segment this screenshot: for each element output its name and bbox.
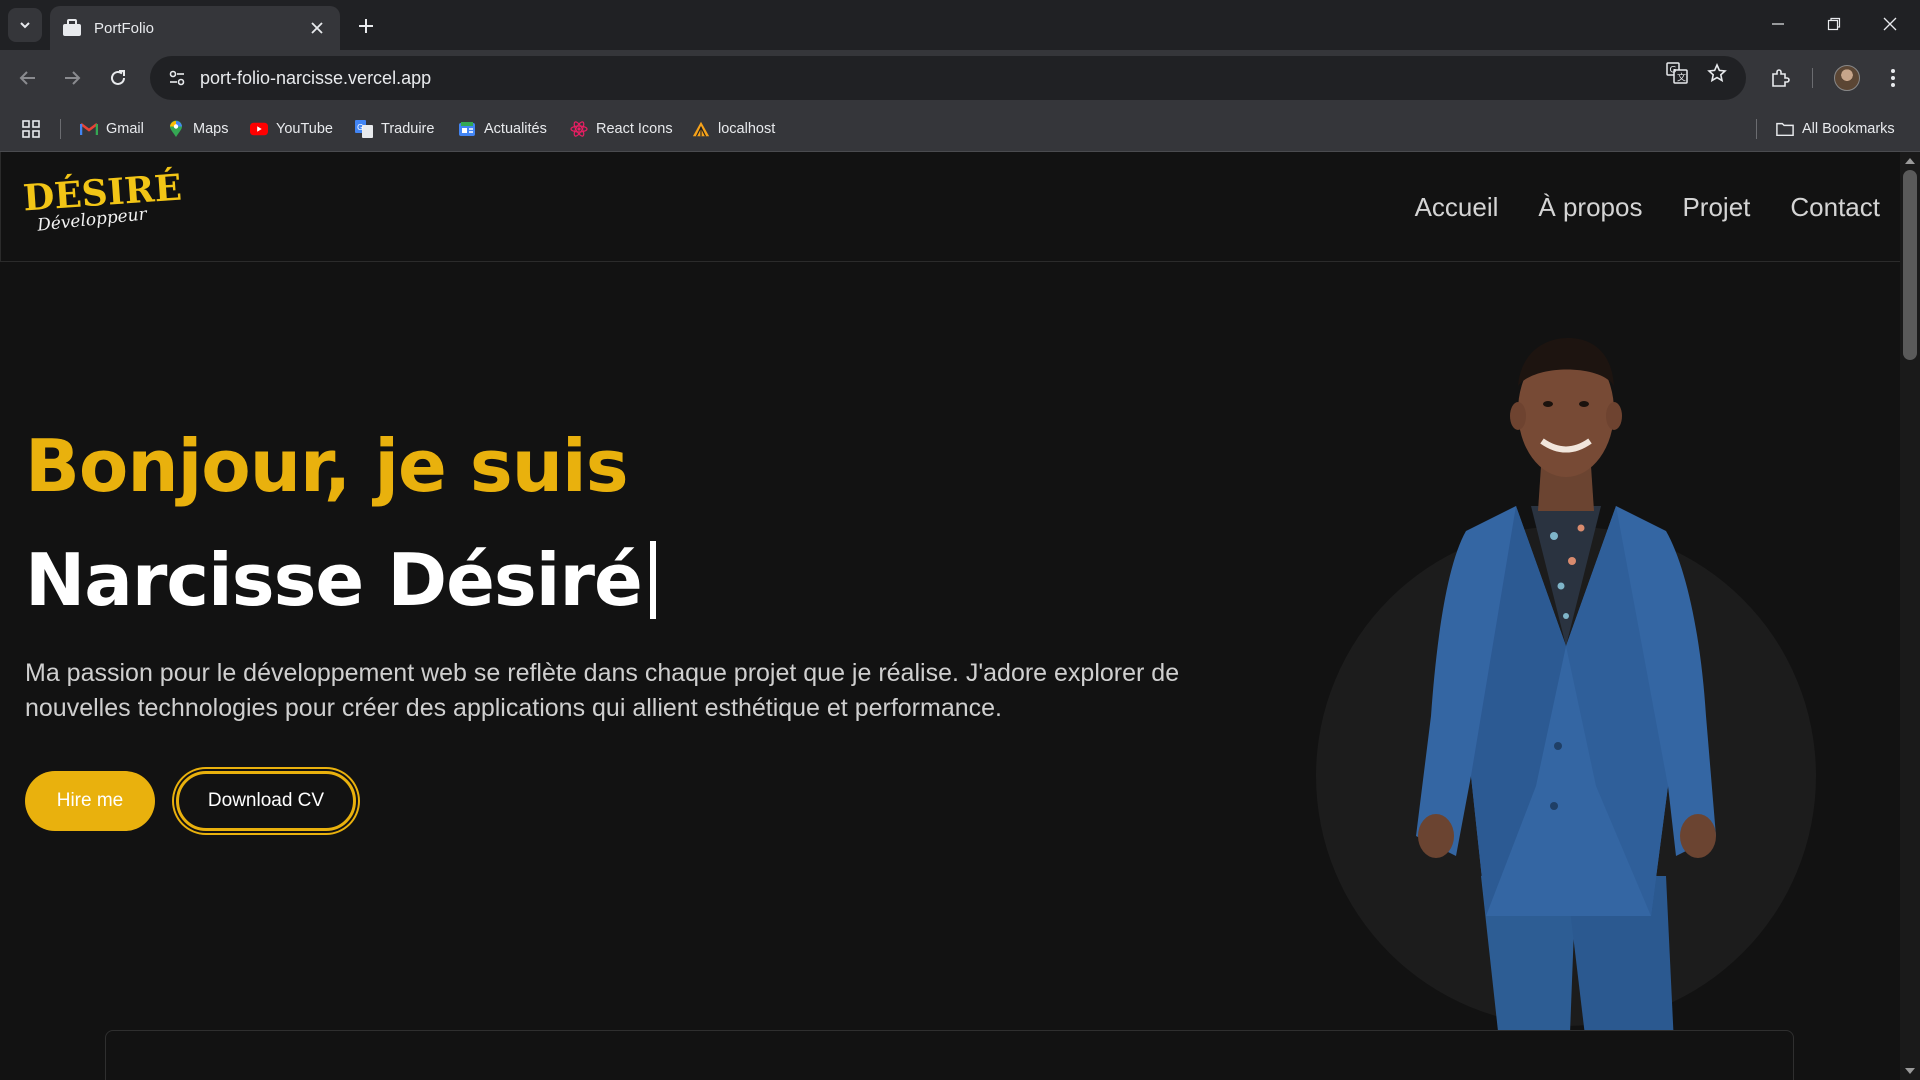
bookmarks-bar: Gmail Maps YouTube G Traduire Actualités… (0, 106, 1920, 152)
gmail-icon (80, 120, 98, 138)
news-icon (458, 120, 476, 138)
restore-button[interactable] (1814, 8, 1854, 40)
page-scrollbar[interactable] (1900, 152, 1920, 1080)
tab-search-button[interactable] (8, 8, 42, 42)
bookmark-label: Actualités (484, 121, 547, 137)
web-page: DÉSIRÉ Développeur Accueil À propos Proj… (0, 152, 1900, 1080)
address-bar[interactable]: port-folio-narcisse.vercel.app (150, 56, 1746, 100)
close-icon (311, 22, 323, 34)
apps-button[interactable] (22, 117, 40, 141)
close-window-button[interactable] (1870, 8, 1910, 40)
briefcase-icon (63, 19, 81, 36)
bookmarks-divider (60, 119, 61, 139)
main-nav: Accueil À propos Projet Contact (1415, 192, 1880, 223)
browser-toolbar: port-folio-narcisse.vercel.app G文 (0, 50, 1920, 106)
hero-name: Narcisse Désiré (25, 538, 643, 622)
bookmark-label: Traduire (381, 121, 435, 137)
hero-name-wrap: Narcisse Désiré (25, 538, 656, 622)
toolbar-divider (1812, 68, 1813, 88)
minimize-icon (1772, 23, 1784, 25)
bookmark-actualites[interactable]: Actualités (458, 117, 547, 141)
typing-cursor (649, 541, 656, 619)
all-bookmarks-button[interactable]: All Bookmarks (1776, 117, 1895, 141)
bookmark-react-icons[interactable]: React Icons (570, 117, 673, 141)
react-icon (570, 120, 588, 138)
site-header: DÉSIRÉ Développeur Accueil À propos Proj… (0, 152, 1900, 262)
bookmark-label: YouTube (276, 121, 333, 137)
profile-button[interactable] (1831, 62, 1863, 94)
apps-grid-icon (22, 120, 40, 138)
active-tab[interactable]: PortFolio (50, 6, 340, 50)
puzzle-icon (1772, 69, 1790, 87)
hire-me-button[interactable]: Hire me (25, 771, 155, 831)
bookmark-label: React Icons (596, 121, 673, 137)
hero-description: Ma passion pour le développement web se … (25, 659, 1180, 722)
nav-link-projet[interactable]: Projet (1682, 192, 1750, 223)
download-cv-button[interactable]: Download CV (176, 771, 356, 831)
restore-icon (1827, 17, 1841, 31)
arrow-right-icon (65, 71, 81, 85)
site-logo[interactable]: DÉSIRÉ Développeur (21, 167, 183, 242)
profile-photo (1316, 316, 1816, 1080)
next-section-card (105, 1030, 1794, 1080)
all-bookmarks-label: All Bookmarks (1802, 121, 1895, 137)
browser-tabstrip: PortFolio (0, 0, 1920, 50)
person-portrait-image (1416, 338, 1716, 1080)
reload-button[interactable] (102, 62, 134, 94)
tab-title: PortFolio (94, 19, 155, 37)
bookmark-label: localhost (718, 121, 776, 137)
scroll-up-arrow-icon[interactable] (1905, 158, 1915, 164)
localhost-icon (692, 120, 710, 138)
plus-icon (359, 19, 373, 33)
svg-text:文: 文 (1677, 72, 1686, 84)
bookmark-gmail[interactable]: Gmail (80, 117, 144, 141)
arrow-left-icon (19, 71, 35, 85)
nav-link-contact[interactable]: Contact (1790, 192, 1880, 223)
bookmark-label: Gmail (106, 121, 144, 137)
browser-menu-button[interactable] (1877, 62, 1909, 94)
url-text: port-folio-narcisse.vercel.app (200, 67, 432, 88)
svg-text:G: G (1670, 66, 1677, 76)
bookmark-localhost[interactable]: localhost (692, 117, 775, 141)
nav-link-a-propos[interactable]: À propos (1538, 192, 1642, 223)
bookmarks-divider (1756, 119, 1757, 139)
chevron-down-icon (20, 22, 30, 29)
close-icon (1883, 17, 1897, 31)
more-vertical-icon (1891, 69, 1895, 87)
close-tab-button[interactable] (306, 17, 328, 39)
bookmark-traduire[interactable]: G Traduire (355, 117, 434, 141)
forward-button[interactable] (56, 62, 88, 94)
translate-button[interactable]: G文 (1664, 60, 1690, 86)
scroll-thumb[interactable] (1903, 170, 1917, 360)
bookmark-youtube[interactable]: YouTube (250, 117, 333, 141)
bookmark-star-button[interactable] (1704, 60, 1730, 86)
hero-greeting: Bonjour, je suis (25, 424, 629, 508)
extensions-button[interactable] (1764, 62, 1796, 94)
back-button[interactable] (12, 62, 44, 94)
maps-icon (167, 120, 185, 138)
bookmark-label: Maps (193, 121, 229, 137)
star-icon (1707, 63, 1727, 83)
youtube-icon (250, 120, 268, 138)
reload-icon (111, 70, 125, 85)
scroll-down-arrow-icon[interactable] (1905, 1068, 1915, 1074)
translate-icon: G文 (1666, 62, 1688, 84)
minimize-button[interactable] (1758, 8, 1798, 40)
bookmark-maps[interactable]: Maps (167, 117, 228, 141)
folder-icon (1776, 120, 1794, 138)
nav-link-accueil[interactable]: Accueil (1415, 192, 1499, 223)
translate-icon: G (355, 120, 373, 138)
new-tab-button[interactable] (352, 12, 380, 40)
svg-text:G: G (357, 123, 363, 132)
avatar (1834, 65, 1860, 91)
site-info-icon[interactable] (164, 65, 190, 91)
